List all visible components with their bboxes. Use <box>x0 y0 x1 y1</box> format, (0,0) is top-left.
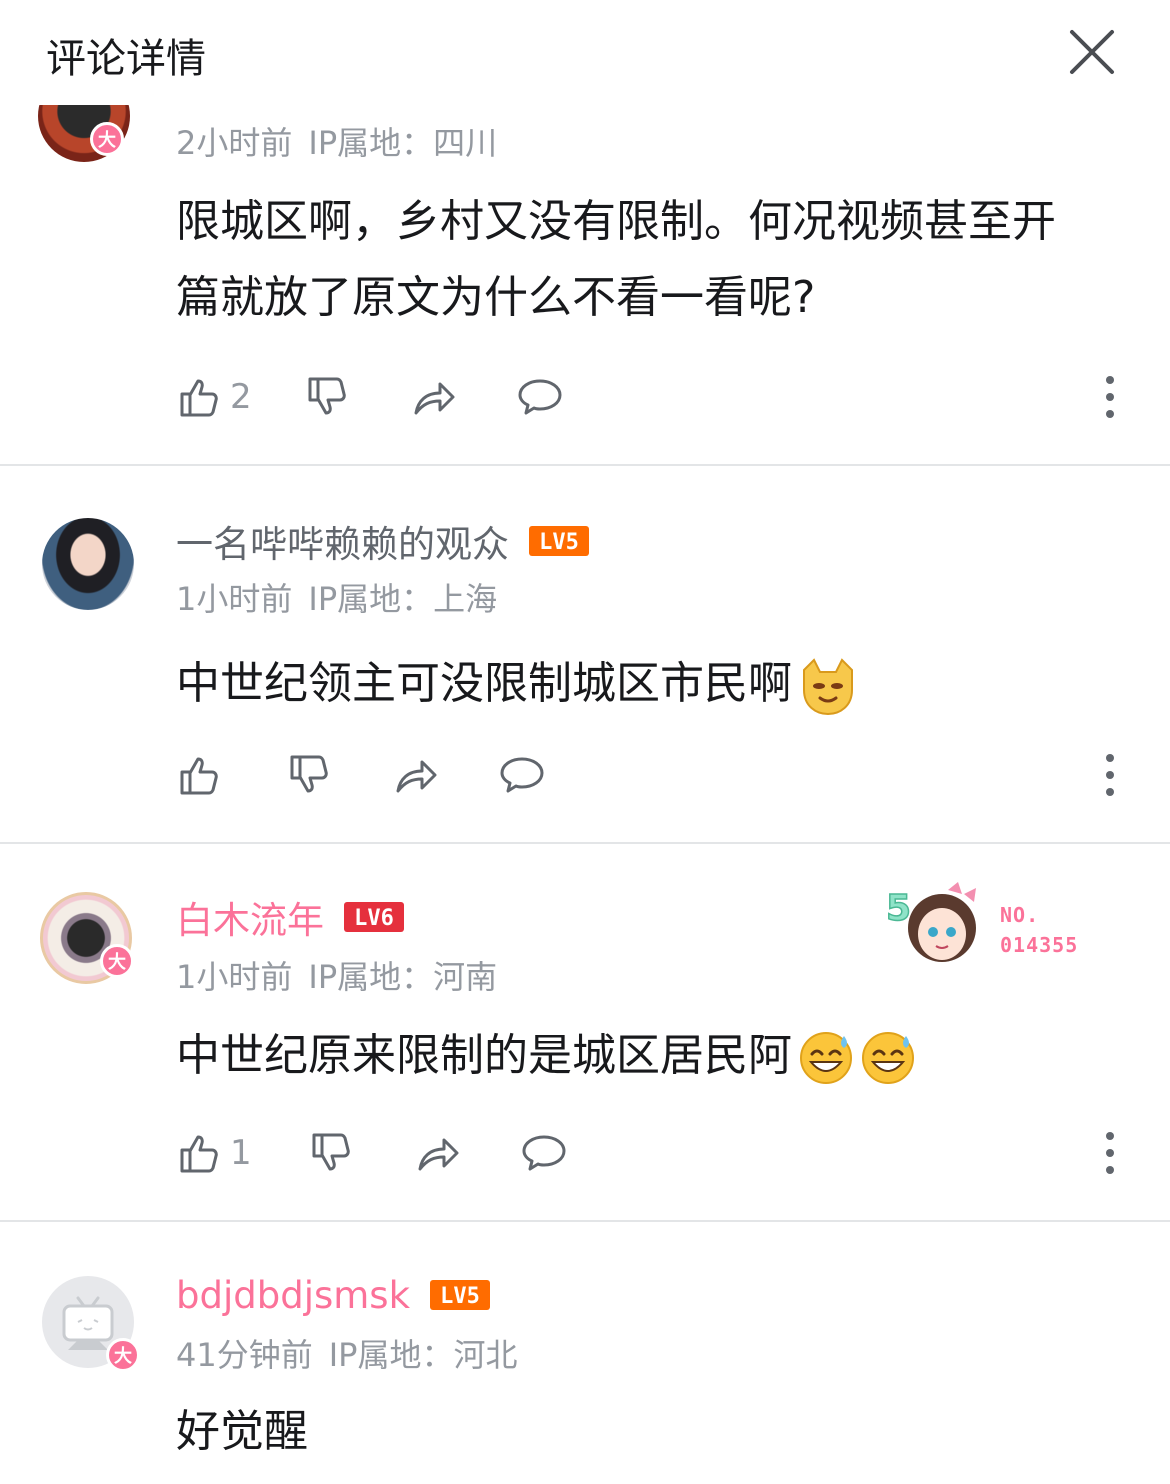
user-row: 一名哔哔赖赖的观众 LV5 <box>176 516 589 566</box>
comment-time: 2小时前 <box>176 124 293 162</box>
level-badge: LV5 <box>529 526 589 556</box>
sweat-smile-emoji-icon <box>862 1032 914 1084</box>
comment-text: 好觉醒 <box>176 1406 308 1457</box>
more-options-button[interactable] <box>1096 750 1124 800</box>
comment-meta: 1小时前 IP属地：上海 <box>176 574 497 620</box>
comment-actions: 1 <box>176 1128 568 1178</box>
page-title: 评论详情 <box>46 36 206 82</box>
medal-number: NO. 014355 <box>1000 900 1078 960</box>
default-tv-avatar-icon <box>62 1296 114 1350</box>
avatar[interactable] <box>42 518 134 610</box>
header: 评论详情 <box>0 0 1170 105</box>
avatar[interactable]: 大 <box>42 1276 140 1372</box>
sweat-smile-emoji-icon <box>800 1032 852 1084</box>
comment-ip: IP属地：上海 <box>308 580 498 618</box>
medal-number-value: 014355 <box>1000 933 1079 957</box>
share-icon <box>418 1138 459 1171</box>
comment-text-content: 中世纪领主可没限制城区市民啊 <box>176 658 792 709</box>
level-badge: LV6 <box>344 902 404 932</box>
medal-figure: 5 <box>886 888 911 929</box>
like-button[interactable] <box>176 751 250 799</box>
thumbs-up-icon <box>180 1135 218 1173</box>
share-button[interactable] <box>410 373 458 421</box>
thumbs-down-icon <box>290 755 328 793</box>
chat-bubble-icon <box>518 379 562 415</box>
level-text: LV6 <box>354 906 394 931</box>
like-count: 2 <box>230 377 252 417</box>
dislike-button[interactable] <box>308 1129 356 1177</box>
comment-meta: 1小时前 IP属地：河南 <box>176 952 497 998</box>
user-row: 白木流年 LV6 <box>176 892 404 942</box>
vip-badge: 大 <box>90 122 124 156</box>
vip-badge: 大 <box>100 944 134 978</box>
comment-item: 大 bdjdbdjsmsk LV5 41分钟前 IP属地：河北 好觉醒 <box>0 1222 1170 1484</box>
reply-button[interactable] <box>498 751 546 799</box>
reply-button[interactable] <box>516 373 564 421</box>
more-options-button[interactable] <box>1096 1128 1124 1178</box>
comment-ip: IP属地：河南 <box>308 958 498 996</box>
comment-item: 一名哔哔赖赖的观众 LV5 1小时前 IP属地：上海 中世纪领主可没限制城区市民啊 <box>0 466 1170 844</box>
dislike-button[interactable] <box>286 751 334 799</box>
comment-meta: 41分钟前 IP属地：河北 <box>176 1330 517 1376</box>
close-icon <box>1070 30 1114 74</box>
avatar[interactable]: 大 <box>40 892 134 984</box>
comment-ip: IP属地：河北 <box>328 1336 518 1374</box>
thumbs-up-icon <box>180 757 218 795</box>
level-badge: LV5 <box>430 1280 491 1310</box>
more-vertical-icon <box>1106 376 1114 418</box>
username[interactable]: bdjdbdjsmsk <box>176 1274 410 1317</box>
share-icon <box>396 760 437 793</box>
comment-time: 41分钟前 <box>176 1336 313 1374</box>
chat-bubble-icon <box>522 1135 566 1171</box>
like-count: 1 <box>230 1133 252 1173</box>
share-button[interactable] <box>414 1129 462 1177</box>
comment-actions <box>176 750 546 800</box>
username[interactable]: 白木流年 <box>176 890 324 944</box>
vip-badge: 大 <box>106 1338 140 1372</box>
share-icon <box>414 382 455 415</box>
thumbs-down-icon <box>312 1133 350 1171</box>
comment-text: 中世纪领主可没限制城区市民啊 <box>176 646 1096 722</box>
like-button[interactable]: 1 <box>176 1129 252 1177</box>
anime-girl-medal-icon: 5 <box>885 882 976 962</box>
close-button[interactable] <box>1062 22 1122 82</box>
chat-bubble-icon <box>500 757 544 793</box>
thumbs-up-icon <box>180 379 218 417</box>
fan-medal[interactable]: 5 NO. 014355 <box>884 876 1104 966</box>
comment-ip: IP属地：四川 <box>308 124 498 162</box>
comment-text: 中世纪原来限制的是城区居民阿 <box>176 1018 1096 1094</box>
comment-meta: 2小时前 IP属地：四川 <box>176 118 497 164</box>
medal-number-label: NO. <box>1000 903 1040 927</box>
share-button[interactable] <box>392 751 440 799</box>
level-text: LV5 <box>539 530 579 555</box>
level-text: LV5 <box>440 1284 480 1309</box>
cat-smirk-emoji-icon <box>803 658 853 716</box>
dislike-button[interactable] <box>304 373 352 421</box>
more-vertical-icon <box>1106 754 1114 796</box>
more-vertical-icon <box>1106 1132 1114 1174</box>
comment-time: 1小时前 <box>176 580 293 618</box>
comment-text: 限城区啊，乡村又没有限制。何况视频甚至开篇就放了原文为什么不看一看呢? <box>176 196 1056 323</box>
thumbs-down-icon <box>308 377 346 415</box>
username[interactable]: 一名哔哔赖赖的观众 <box>176 514 509 568</box>
like-button[interactable]: 2 <box>176 373 252 421</box>
comment-actions: 2 <box>176 372 564 422</box>
more-options-button[interactable] <box>1096 372 1124 422</box>
reply-button[interactable] <box>520 1129 568 1177</box>
user-row: bdjdbdjsmsk LV5 <box>176 1270 491 1320</box>
comment-time: 1小时前 <box>176 958 293 996</box>
comment-text-content: 中世纪原来限制的是城区居民阿 <box>176 1030 792 1081</box>
